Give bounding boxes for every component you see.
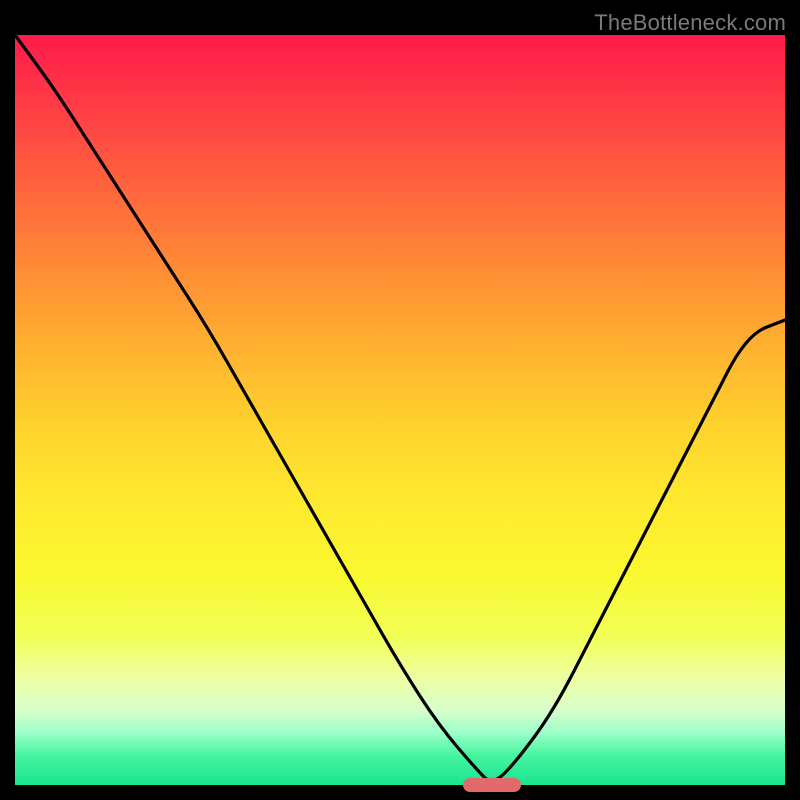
watermark-text: TheBottleneck.com (594, 10, 786, 36)
chart-area (15, 35, 785, 785)
bottleneck-curve (15, 35, 785, 785)
current-selection-marker (463, 778, 521, 792)
